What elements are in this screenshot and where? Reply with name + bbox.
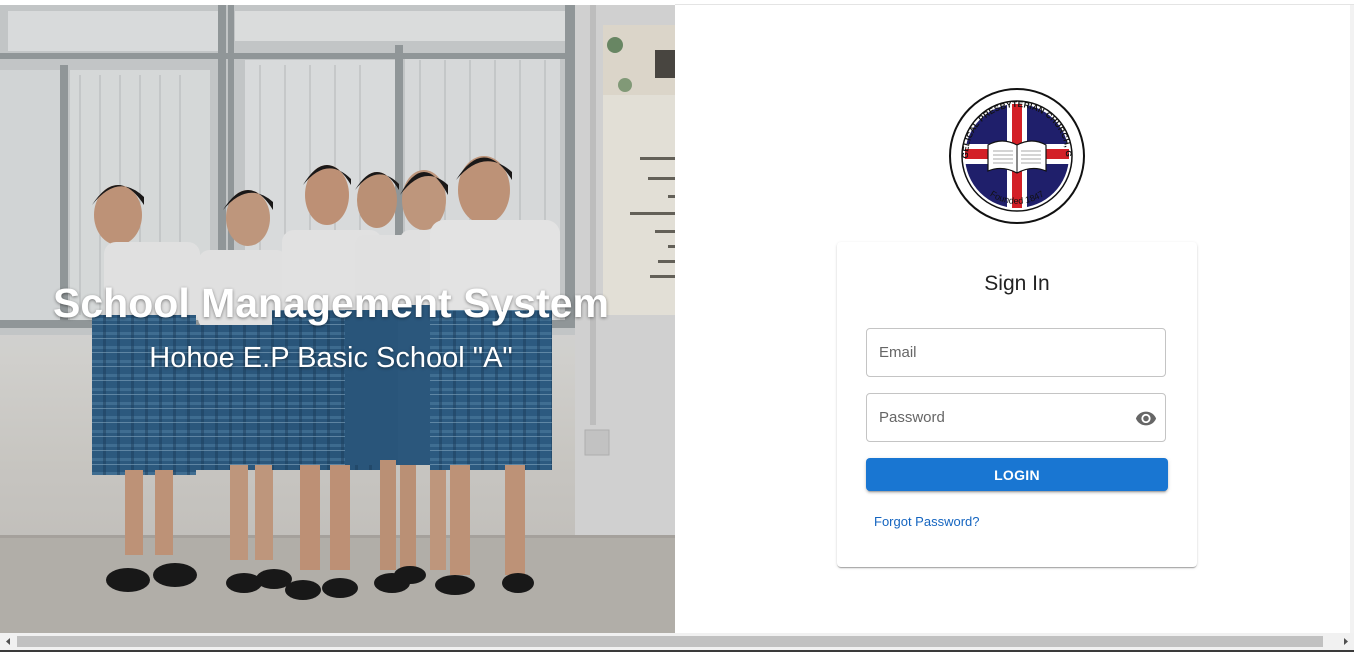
- hero-subtitle: Hohoe E.P Basic School "A": [149, 342, 513, 374]
- horizontal-scrollbar[interactable]: [0, 633, 1354, 650]
- signin-card: Sign In LOGIN Forgot Password?: [837, 242, 1197, 567]
- password-field[interactable]: [866, 393, 1166, 442]
- forgot-password-link[interactable]: Forgot Password?: [874, 514, 980, 529]
- login-page: School Management System Hohoe E.P Basic…: [0, 0, 1354, 652]
- scroll-left-arrow-icon[interactable]: [0, 633, 17, 650]
- church-logo: EVANGELICAL PRESBYTERIAN CHURCH, GHANA F…: [948, 87, 1085, 224]
- top-divider: [675, 4, 1354, 5]
- password-input[interactable]: [867, 394, 1165, 441]
- window-edge: [1350, 5, 1354, 633]
- email-input[interactable]: [867, 329, 1165, 376]
- hero-title: School Management System: [53, 280, 609, 326]
- login-button[interactable]: LOGIN: [866, 458, 1168, 491]
- email-field[interactable]: [866, 328, 1166, 377]
- scroll-right-arrow-icon[interactable]: [1337, 633, 1354, 650]
- signin-title: Sign In: [984, 272, 1050, 295]
- hero-banner: School Management System Hohoe E.P Basic…: [0, 5, 675, 633]
- eye-icon[interactable]: [1135, 407, 1157, 429]
- scrollbar-thumb[interactable]: [17, 636, 1323, 647]
